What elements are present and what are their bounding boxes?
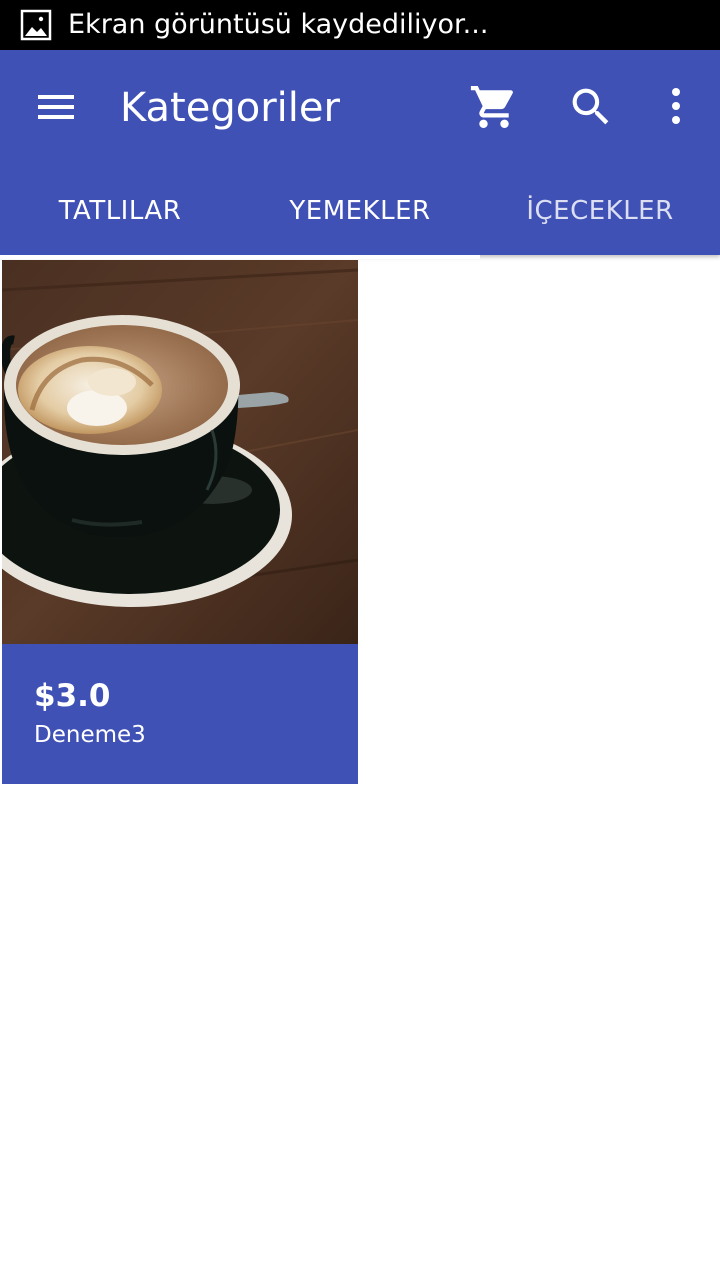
search-icon — [572, 88, 609, 125]
tab-tatlilar[interactable]: TATLILAR — [0, 165, 240, 255]
product-name: Deneme3 — [34, 722, 146, 748]
product-card[interactable]: $3.0 Deneme3 — [2, 260, 358, 784]
tab-icecekler[interactable]: İÇECEKLER — [480, 165, 720, 255]
page-title: Kategoriler — [120, 85, 340, 131]
overflow-menu-button[interactable] — [656, 79, 696, 135]
menu-button[interactable] — [26, 79, 86, 135]
cart-icon — [470, 86, 513, 128]
tab-yemekler[interactable]: YEMEKLER — [240, 165, 480, 255]
image-icon — [20, 9, 52, 41]
more-vert-icon — [672, 88, 680, 124]
cart-button[interactable] — [466, 79, 522, 135]
coffee-cup-photo — [2, 260, 358, 644]
product-price: $3.0 — [34, 678, 111, 714]
notification-text: Ekran görüntüsü kaydediliyor... — [68, 9, 489, 40]
search-button[interactable] — [563, 79, 619, 135]
status-bar: Ekran görüntüsü kaydediliyor... — [0, 0, 720, 50]
tab-indicator — [0, 255, 480, 259]
app-bar: Kategoriler TATLILAR YEMEKLER İÇECEKLER — [0, 50, 720, 259]
category-tabs: TATLILAR YEMEKLER İÇECEKLER — [0, 165, 720, 259]
hamburger-menu-icon — [38, 95, 74, 119]
